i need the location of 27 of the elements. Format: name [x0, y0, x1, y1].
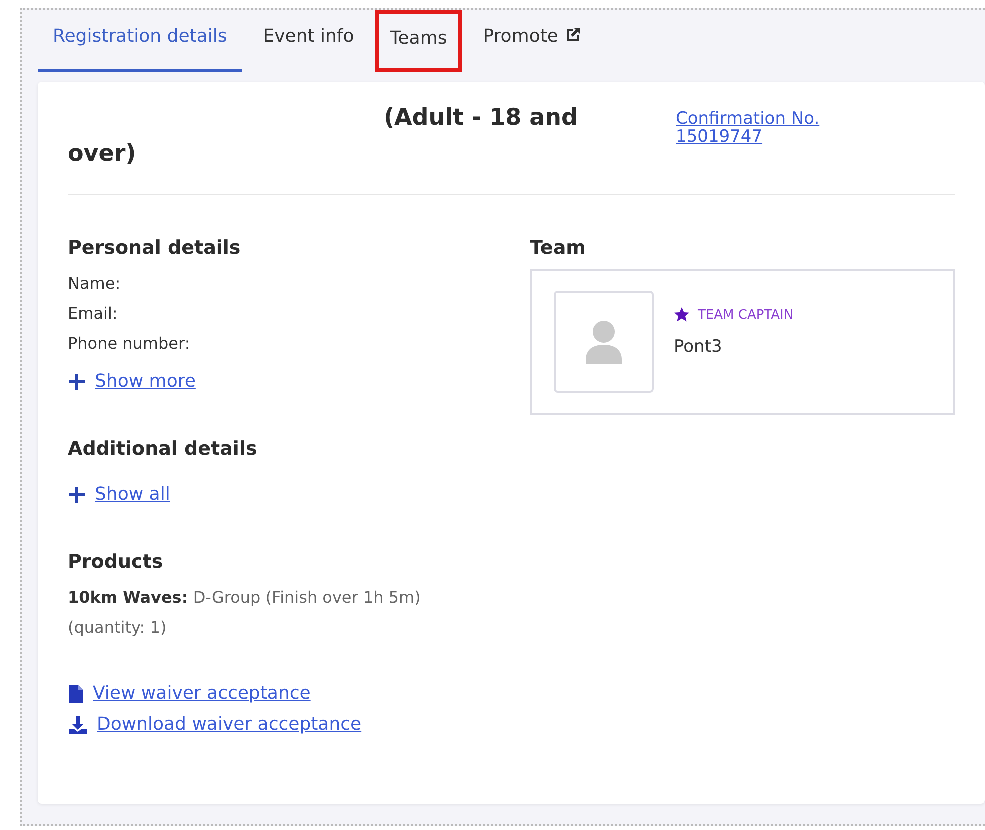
show-more-link[interactable]: Show more: [68, 371, 196, 392]
section-title: Team: [530, 237, 587, 259]
waiver-link[interactable]: Download waiver acceptance: [68, 714, 362, 735]
person-icon: [585, 320, 623, 364]
tab[interactable]: Teams: [375, 10, 462, 72]
section-title: Products: [68, 551, 164, 573]
waiver-link[interactable]: View waiver acceptance: [68, 683, 311, 704]
field-label: Phone number:: [68, 333, 192, 355]
show-all-link[interactable]: Show all: [68, 484, 170, 505]
document-icon: [68, 684, 84, 704]
plus-icon: [68, 372, 86, 390]
field-label: Name:: [68, 273, 122, 295]
star-icon: [674, 307, 690, 323]
member-name: Pont3: [674, 337, 724, 357]
tab[interactable]: Event info: [248, 10, 370, 72]
field-label: Email:: [68, 303, 119, 325]
registration-heading: (Adult - 18 and over): [68, 104, 579, 169]
external-link-icon: [564, 26, 582, 44]
product-line: 10km Waves: D-Group (Finish over 1h 5m) (quantity: 1): [68, 587, 422, 639]
tab[interactable]: Promote: [468, 10, 598, 72]
tab[interactable]: Registration details: [38, 10, 242, 72]
plus-icon: [68, 486, 86, 504]
section-title: Additional details: [68, 438, 258, 460]
confirmation-link[interactable]: Confirmation No. 15019747: [676, 110, 820, 146]
download-icon: [68, 714, 88, 734]
role-label: TEAM CAPTAIN: [698, 308, 794, 322]
section-title: Personal details: [68, 237, 242, 259]
